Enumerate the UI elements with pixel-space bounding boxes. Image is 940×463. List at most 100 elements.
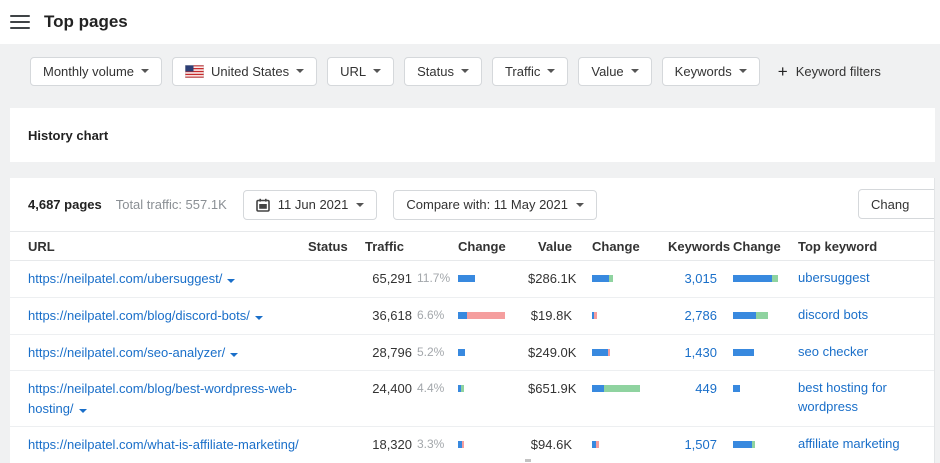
keywords-count-link[interactable]: 1,430 <box>668 343 722 363</box>
top-keyword-link[interactable]: discord bots <box>794 306 934 325</box>
table-row: https://neilpatel.com/what-is-affiliate-… <box>10 427 934 463</box>
pages-count: 4,687 pages <box>28 197 102 212</box>
table-row: https://neilpatel.com/blog/discord-bots/… <box>10 298 934 335</box>
chevron-down-icon <box>630 69 639 73</box>
table-row: https://neilpatel.com/blog/best-wordpres… <box>10 371 934 428</box>
column-header-value-change[interactable]: Change <box>578 239 668 254</box>
traffic-percent: 11.7% <box>417 271 451 285</box>
traffic-change-bar <box>456 379 528 393</box>
changes-button[interactable]: Chang <box>858 189 934 219</box>
value-change-bar <box>578 379 668 393</box>
url-link[interactable]: https://neilpatel.com/blog/best-wordpres… <box>28 379 308 418</box>
url-link[interactable]: https://neilpatel.com/what-is-affiliate-… <box>28 435 308 463</box>
value-change-bar <box>578 306 668 319</box>
traffic-change-bar <box>456 306 528 319</box>
value-change-bar <box>578 269 668 282</box>
chevron-down-icon <box>254 315 263 320</box>
value-cell: $286.1K <box>528 271 577 286</box>
chevron-down-icon <box>576 202 584 207</box>
column-header-top-keyword[interactable]: Top keyword <box>794 239 934 254</box>
top-keyword-link[interactable]: seo checker <box>794 343 934 362</box>
date-picker-label: 11 Jun 2021 <box>277 197 349 212</box>
table-row: https://neilpatel.com/ubersuggest/ 65,29… <box>10 261 934 298</box>
page-background: Monthly volume United States URL Status Traf… <box>0 44 940 463</box>
date-picker-button[interactable]: 11 Jun 2021 <box>242 189 378 220</box>
keywords-count-link[interactable]: 2,786 <box>668 306 722 326</box>
value-cell: $651.9K <box>528 381 577 397</box>
column-header-status[interactable]: Status <box>308 239 348 254</box>
keywords-count-link[interactable]: 1,507 <box>668 435 722 455</box>
filter-label: URL <box>340 63 367 79</box>
keywords-count-link[interactable]: 449 <box>668 379 722 399</box>
value-cell: $249.0K <box>528 344 577 360</box>
traffic-percent: 5.2% <box>417 344 445 359</box>
traffic-value: 24,400 <box>372 381 412 397</box>
keywords-count-link[interactable]: 3,015 <box>668 269 722 289</box>
url-link[interactable]: https://neilpatel.com/blog/discord-bots/ <box>28 306 308 326</box>
results-card: 4,687 pages Total traffic: 557.1K 11 Jun… <box>10 178 935 463</box>
filter-value[interactable]: Value <box>578 56 652 86</box>
filter-keywords[interactable]: Keywords <box>661 56 760 86</box>
compare-with-label: Compare with: 11 May 2021 <box>406 197 568 212</box>
traffic-value: 28,796 <box>372 344 412 360</box>
chevron-down-icon <box>296 69 305 73</box>
value-change-bar <box>578 435 668 449</box>
filter-label: Monthly volume <box>43 63 135 79</box>
url-link[interactable]: https://neilpatel.com/seo-analyzer/ <box>28 343 308 363</box>
column-header-value[interactable]: Value <box>528 239 578 254</box>
top-keyword-link[interactable]: affiliate marketing <box>794 435 934 454</box>
value-change-bar <box>578 343 668 356</box>
chevron-down-icon <box>227 279 236 283</box>
top-keyword-link[interactable]: best hosting for wordpress <box>794 379 934 417</box>
keywords-change-bar <box>722 435 794 449</box>
table-row: https://neilpatel.com/seo-analyzer/ 28,7… <box>10 335 934 372</box>
keywords-change-bar <box>722 306 794 319</box>
filter-label: United States <box>211 63 290 79</box>
filter-url[interactable]: URL <box>327 56 395 86</box>
filter-united-states[interactable]: United States <box>172 56 318 86</box>
filter-monthly-volume[interactable]: Monthly volume <box>30 56 163 86</box>
bottom-partial-mark <box>525 459 531 462</box>
chevron-down-icon <box>230 352 239 357</box>
keywords-change-bar <box>722 269 794 282</box>
chevron-down-icon <box>141 69 150 73</box>
add-keyword-filters-button[interactable]: + Keyword filters <box>778 63 881 80</box>
top-keyword-link[interactable]: ubersuggest <box>794 269 934 288</box>
filter-label: Traffic <box>504 63 541 79</box>
us-flag-icon <box>185 64 205 78</box>
traffic-value: 18,320 <box>372 437 412 453</box>
traffic-value: 65,291 <box>372 271 412 286</box>
chevron-down-icon <box>460 69 469 73</box>
calendar-icon <box>255 198 270 212</box>
history-chart-title: History chart <box>28 127 109 143</box>
keyword-filters-label: Keyword filters <box>795 63 881 79</box>
changes-label: Chang <box>871 196 910 212</box>
page-title: Top pages <box>44 12 128 31</box>
filter-label: Status <box>417 63 454 79</box>
url-link[interactable]: https://neilpatel.com/ubersuggest/ <box>28 269 308 289</box>
chevron-down-icon <box>738 69 747 73</box>
compare-with-button[interactable]: Compare with: 11 May 2021 <box>393 189 597 220</box>
traffic-percent: 3.3% <box>417 437 445 452</box>
column-header-traffic-change[interactable]: Change <box>456 239 528 254</box>
value-cell: $94.6K <box>530 437 572 453</box>
traffic-percent: 6.6% <box>417 307 445 322</box>
filter-status[interactable]: Status <box>404 56 482 86</box>
column-header-url[interactable]: URL <box>28 239 308 254</box>
keywords-change-bar <box>722 379 794 393</box>
filter-traffic[interactable]: Traffic <box>491 56 569 86</box>
filter-bar: Monthly volume United States URL Status Traf… <box>30 56 940 86</box>
traffic-change-bar <box>456 435 528 449</box>
top-header: Top pages <box>0 0 940 44</box>
traffic-percent: 4.4% <box>417 381 445 396</box>
filter-label: Keywords <box>674 63 732 79</box>
hamburger-menu-icon[interactable] <box>10 15 30 29</box>
chevron-down-icon <box>547 69 556 73</box>
column-header-keywords[interactable]: Keywords <box>668 239 730 254</box>
plus-icon: + <box>777 61 788 81</box>
keywords-change-bar <box>722 343 794 356</box>
column-header-keywords-change[interactable]: Change <box>722 239 794 254</box>
chevron-down-icon <box>356 202 365 207</box>
column-header-traffic[interactable]: Traffic <box>346 239 456 254</box>
results-toolbar: 4,687 pages Total traffic: 557.1K 11 Jun… <box>10 178 934 231</box>
